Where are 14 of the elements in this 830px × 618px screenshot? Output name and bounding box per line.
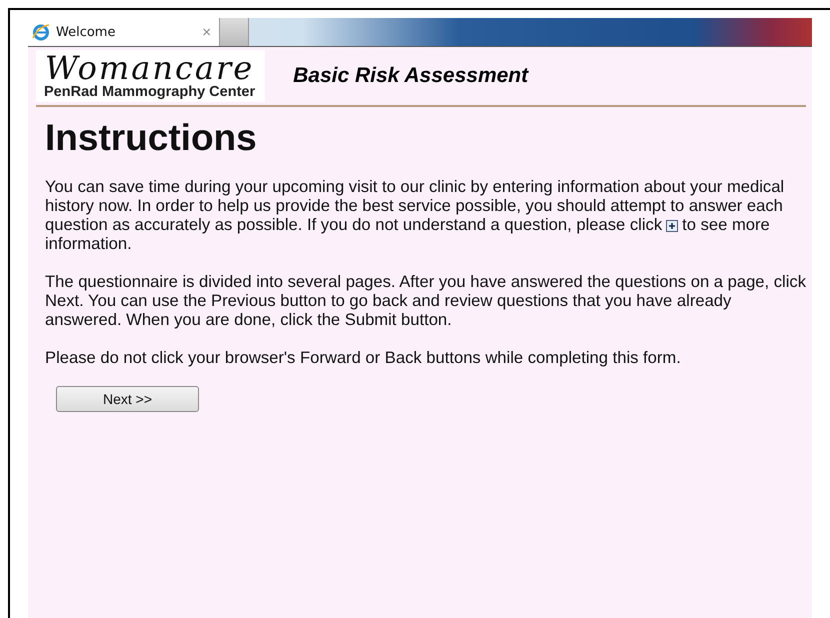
heading: Instructions [45,117,258,159]
browser-tab[interactable]: Welcome × [28,18,220,46]
instruction-text: Please do not click your browser's Forward or Back buttons while completing this form. [45,348,682,367]
close-tab-button[interactable]: × [202,24,211,40]
expand-icon [666,220,678,232]
instruction-text: You can save time during your upcoming visit to our clinic by entering information about your medical history now. In order to help us provide the best service possible, you should attempt to answer each question as accurately as possible. If you do not understand a question, please click to see more information. [45,177,786,253]
next-button[interactable]: Next >> [56,386,199,412]
instruction-text: The questionnaire is divided into several pages. After you have answered the questions on a page, click Next. You can use the Previous button to go back and review questions that you have already answered. When you are done, click the Submit button. [45,272,808,329]
browser-logo-icon [32,23,50,41]
page-title: Basic Risk Assessment [293,64,528,88]
logo-subtitle: PenRad Mammography Center [44,84,256,100]
logo-name: Womancare [44,52,254,84]
new-tab-button[interactable] [220,18,249,46]
tab-title: Welcome [56,24,116,40]
